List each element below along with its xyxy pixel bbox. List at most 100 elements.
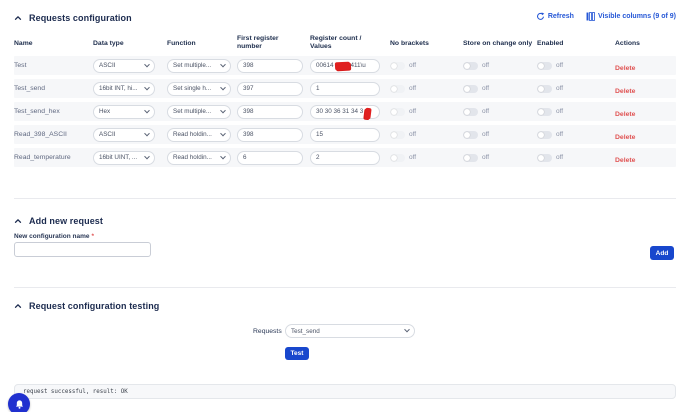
function-select[interactable]: Read holdin... [167, 151, 231, 165]
delete-button[interactable]: Delete [615, 65, 635, 72]
console-output: request successful, result: OK [14, 384, 676, 399]
add-request-title: Add new request [29, 216, 103, 226]
table-row: Test_send 16bit INT, hi... Set single h.… [14, 79, 676, 98]
redaction-mark [334, 61, 349, 70]
table-row: Read_398_ASCII ASCII Read holdin... 398 … [14, 125, 676, 144]
enabled-toggle[interactable]: off [537, 62, 615, 70]
enabled-toggle[interactable]: off [537, 85, 615, 93]
function-select[interactable]: Set single h... [167, 82, 231, 96]
function-select[interactable]: Read holdin... [167, 128, 231, 142]
enabled-toggle[interactable]: off [537, 131, 615, 139]
register-values-input[interactable]: 2 [310, 151, 380, 165]
register-values-input[interactable]: 1 [310, 82, 380, 96]
first-register-input[interactable]: 398 [237, 105, 303, 119]
chevron-down-icon [220, 61, 226, 67]
bell-icon [14, 399, 25, 410]
table-header-data-type: Data type [93, 40, 167, 47]
table-header-no-brackets: No brackets [390, 40, 463, 47]
chevron-down-icon [144, 61, 150, 67]
chevron-down-icon [144, 84, 150, 90]
table-header-first-register: First register number [237, 35, 310, 52]
table-row: Test_send_hex Hex Set multiple... 398 30… [14, 102, 676, 121]
table-row: Read_temperature 16bit UINT, ... Read ho… [14, 148, 676, 167]
chevron-up-icon [14, 302, 22, 310]
chevron-down-icon [220, 130, 226, 136]
enabled-toggle[interactable]: off [537, 108, 615, 116]
test-button[interactable]: Test [285, 347, 309, 360]
columns-icon [586, 12, 595, 21]
data-type-select[interactable]: 16bit UINT, ... [93, 151, 155, 165]
chevron-down-icon [144, 130, 150, 136]
refresh-button[interactable]: Refresh [536, 12, 574, 21]
enabled-toggle[interactable]: off [537, 154, 615, 162]
delete-button[interactable]: Delete [615, 157, 635, 164]
register-values-input[interactable]: 00614411\u [310, 59, 380, 73]
function-select[interactable]: Set multiple... [167, 59, 231, 73]
testing-title: Request configuration testing [29, 301, 159, 311]
chevron-up-icon [14, 14, 22, 22]
chevron-down-icon [144, 107, 150, 113]
requests-config-title: Requests configuration [29, 13, 132, 23]
table-header-register-count: Register count / Values [310, 35, 390, 52]
requests-label: Requests [253, 328, 282, 335]
requests-table: Name Data type Function First register n… [14, 30, 676, 171]
data-type-select[interactable]: 16bit INT, hi... [93, 82, 155, 96]
chevron-down-icon [404, 327, 410, 333]
no-brackets-toggle[interactable]: off [390, 154, 463, 162]
first-register-input[interactable]: 397 [237, 82, 303, 96]
store-on-change-toggle[interactable]: off [463, 85, 537, 93]
no-brackets-toggle[interactable]: off [390, 62, 463, 70]
table-header-row: Name Data type Function First register n… [14, 30, 676, 56]
first-register-input[interactable]: 6 [237, 151, 303, 165]
notification-bell-button[interactable] [8, 393, 30, 412]
visible-columns-label: Visible columns (9 of 9) [598, 13, 676, 20]
table-header-enabled: Enabled [537, 40, 615, 47]
store-on-change-toggle[interactable]: off [463, 108, 537, 116]
table-header-function: Function [167, 40, 237, 47]
chevron-down-icon [144, 153, 150, 159]
row-name: Test_send [14, 85, 93, 92]
refresh-label: Refresh [548, 13, 574, 20]
data-type-select[interactable]: Hex [93, 105, 155, 119]
chevron-up-icon [14, 217, 22, 225]
delete-button[interactable]: Delete [615, 134, 635, 141]
add-request-section-header[interactable]: Add new request [14, 216, 103, 226]
section-divider [14, 287, 676, 288]
table-header-name: Name [14, 40, 93, 47]
visible-columns-button[interactable]: Visible columns (9 of 9) [586, 12, 676, 21]
function-select[interactable]: Set multiple... [167, 105, 231, 119]
refresh-icon [536, 12, 545, 21]
testing-section-header[interactable]: Request configuration testing [14, 301, 159, 311]
chevron-down-icon [220, 107, 226, 113]
first-register-input[interactable]: 398 [237, 128, 303, 142]
chevron-down-icon [220, 153, 226, 159]
register-values-input[interactable]: 15 [310, 128, 380, 142]
store-on-change-toggle[interactable]: off [463, 154, 537, 162]
store-on-change-toggle[interactable]: off [463, 62, 537, 70]
store-on-change-toggle[interactable]: off [463, 131, 537, 139]
no-brackets-toggle[interactable]: off [390, 131, 463, 139]
delete-button[interactable]: Delete [615, 111, 635, 118]
table-header-actions: Actions [615, 40, 676, 47]
row-name: Test [14, 62, 93, 69]
first-register-input[interactable]: 398 [237, 59, 303, 73]
requests-config-section-header[interactable]: Requests configuration [14, 13, 132, 23]
data-type-select[interactable]: ASCII [93, 59, 155, 73]
add-button[interactable]: Add [650, 246, 674, 260]
table-header-store-on-change: Store on change only [463, 40, 537, 47]
delete-button[interactable]: Delete [615, 88, 635, 95]
row-name: Read_temperature [14, 154, 93, 161]
data-type-select[interactable]: ASCII [93, 128, 155, 142]
chevron-down-icon [220, 84, 226, 90]
table-top-controls: Refresh Visible columns (9 of 9) [536, 12, 676, 21]
row-name: Test_send_hex [14, 108, 93, 115]
requests-select[interactable]: Test_send [285, 324, 415, 338]
row-name: Read_398_ASCII [14, 131, 93, 138]
register-values-input[interactable]: 30 30 36 31 34 3 [310, 105, 380, 119]
new-config-name-input[interactable] [14, 242, 151, 257]
no-brackets-toggle[interactable]: off [390, 108, 463, 116]
required-asterisk: * [91, 233, 94, 240]
page: Requests configuration Refresh Visible c… [0, 0, 690, 412]
no-brackets-toggle[interactable]: off [390, 85, 463, 93]
new-config-name-label: New configuration name* [14, 233, 94, 240]
